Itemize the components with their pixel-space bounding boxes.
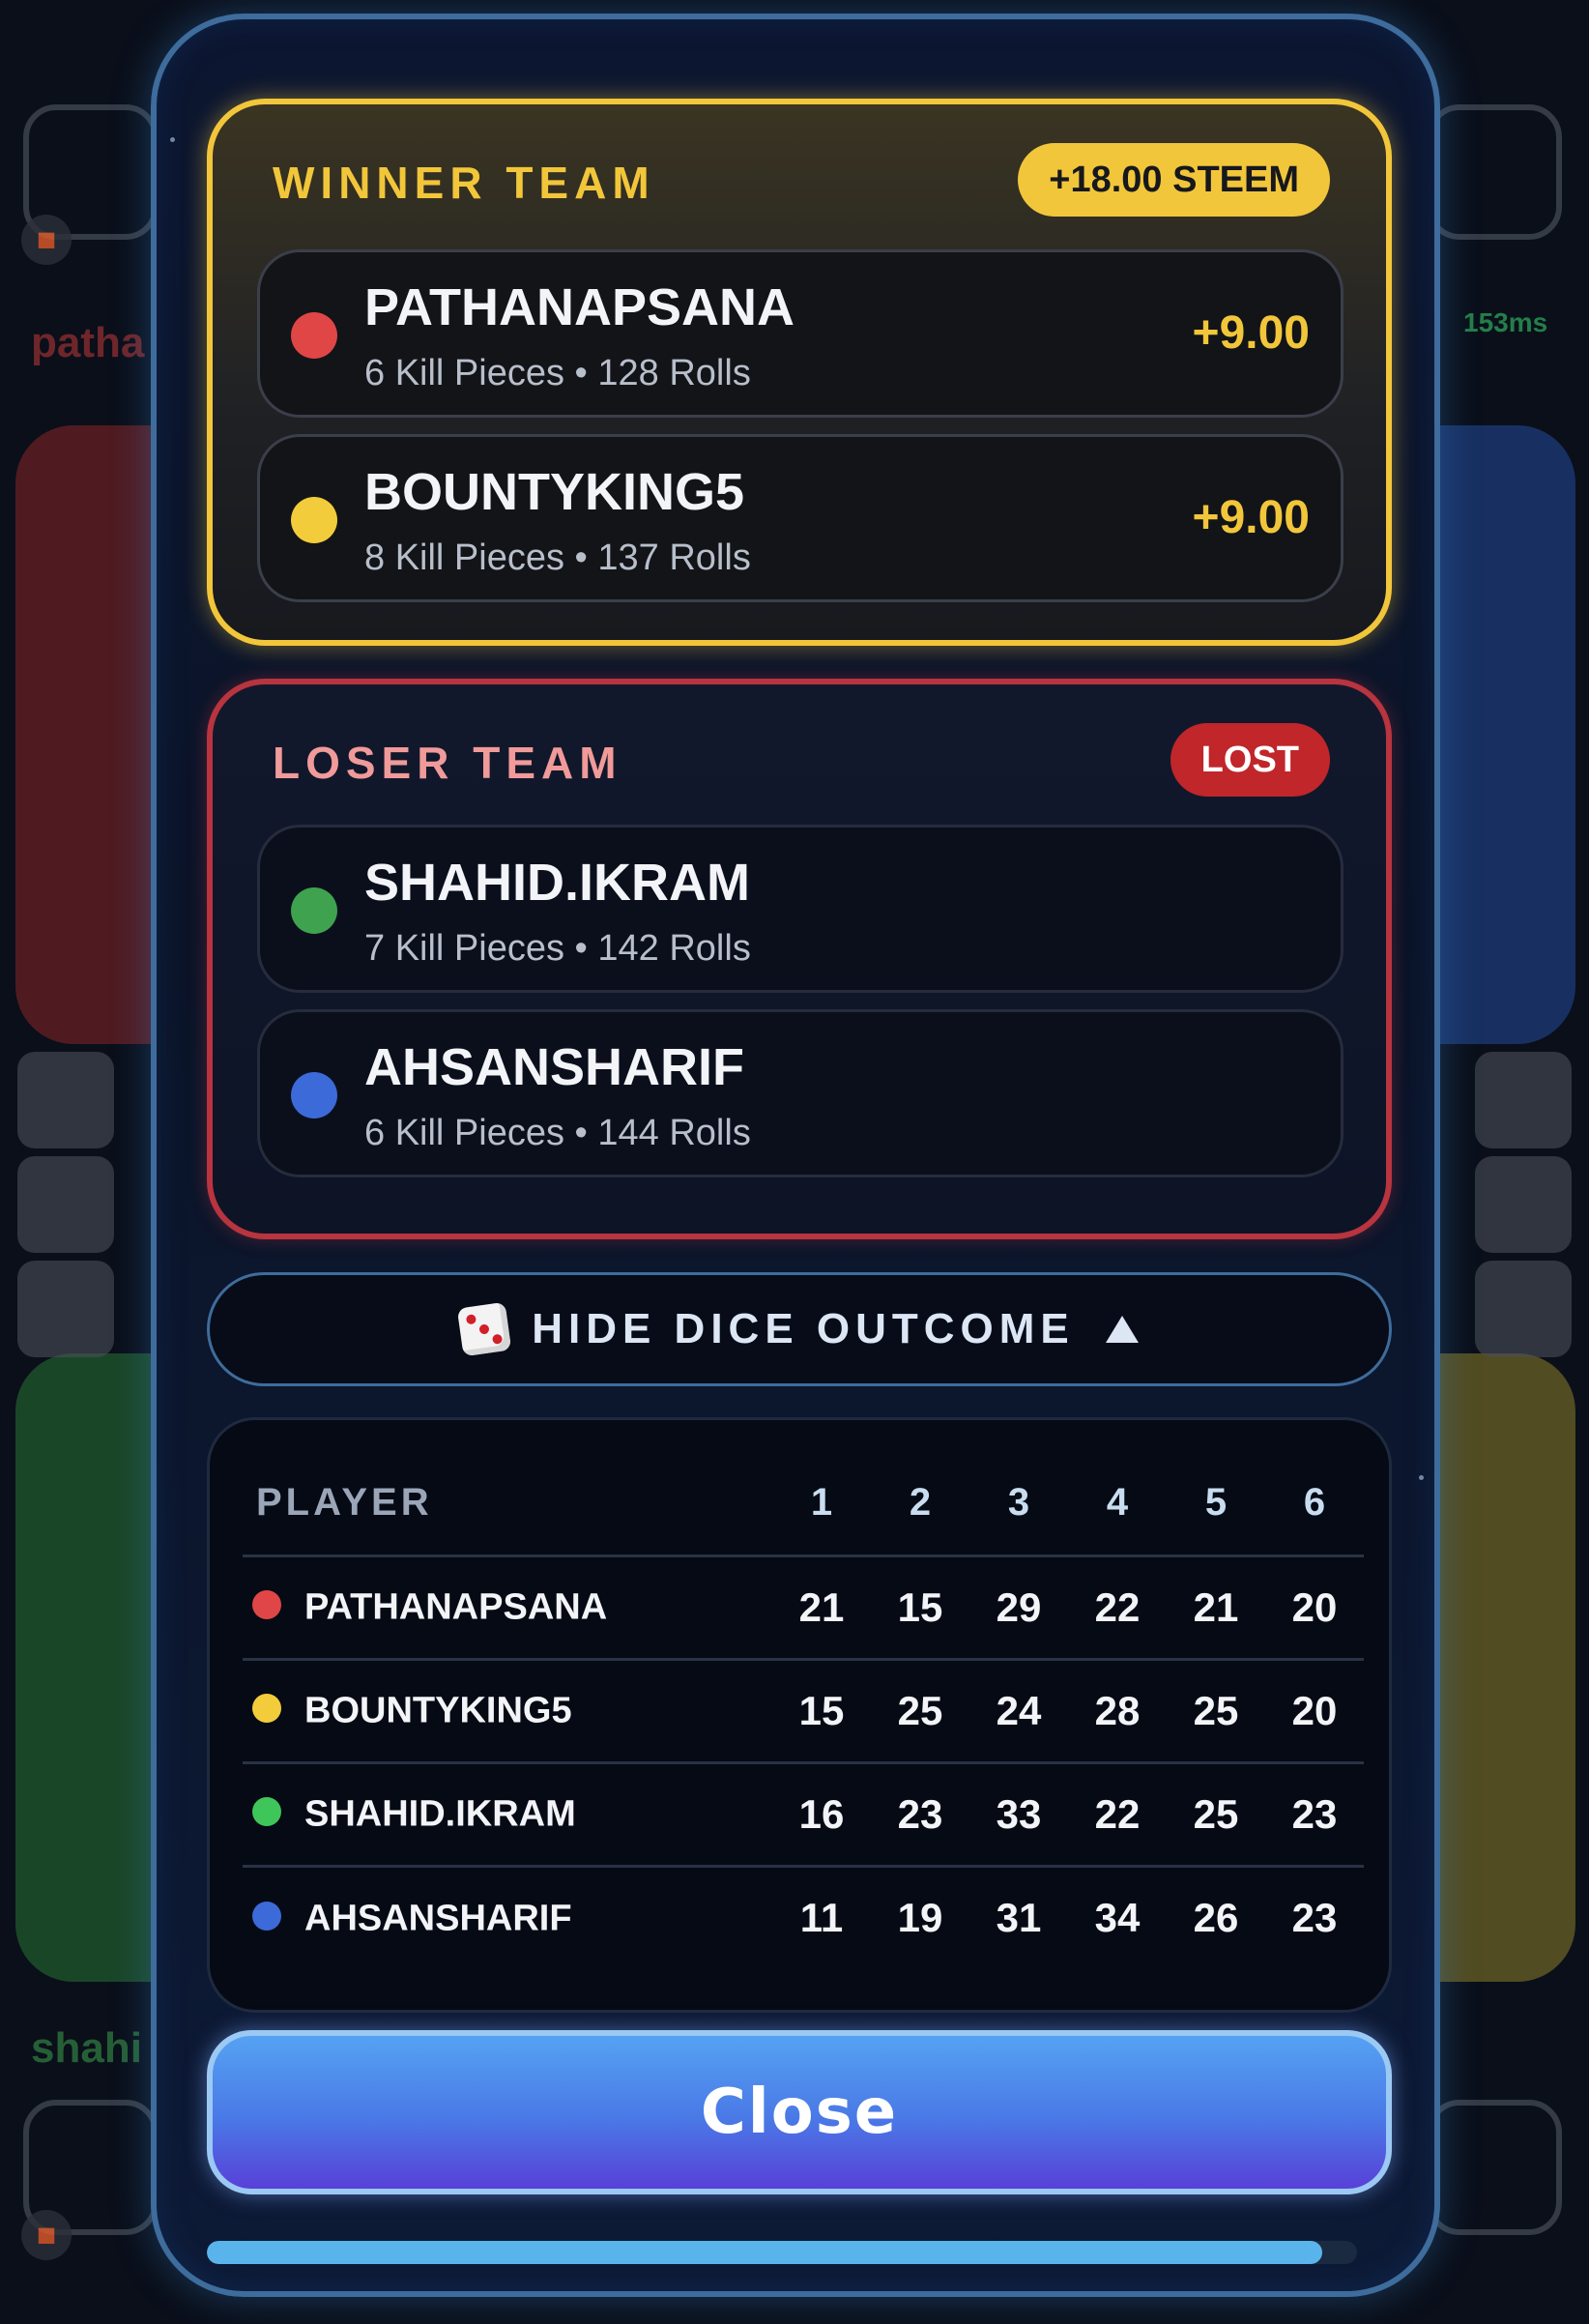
table-cell: 28 [1068, 1659, 1167, 1764]
ping-indicator: 153ms [1463, 307, 1548, 337]
board-cell [17, 1261, 114, 1357]
player-name-bottom-left: shahi [31, 2024, 142, 2072]
column-header-3: 3 [969, 1468, 1068, 1557]
table-cell: 16 [772, 1762, 871, 1868]
red-player-dot-icon [291, 312, 337, 359]
board-cell [17, 1156, 114, 1253]
player-cell: SHAHID.IKRAM [243, 1762, 772, 1868]
progress-fill [207, 2241, 1323, 2264]
yellow-player-dot-icon [291, 497, 337, 543]
gift-icon: ■ [21, 2210, 72, 2260]
winner-team-panel: WINNER TEAM +18.00 STEEM PATHANAPSANA 6 … [207, 99, 1392, 646]
dice-outcome-table: PLAYER 1 2 3 4 5 6 PATHANAPSANA 21 15 29… [207, 1417, 1392, 2013]
table-cell: 23 [1265, 1762, 1364, 1868]
table-header-row: PLAYER 1 2 3 4 5 6 [243, 1468, 1364, 1557]
player-name: SHAHID.IKRAM [364, 854, 750, 912]
table-cell: 21 [772, 1555, 871, 1661]
table-cell: 22 [1068, 1762, 1167, 1868]
table-cell: 29 [969, 1555, 1068, 1661]
board-cell [1475, 1156, 1572, 1253]
player-stats: 6 Kill Pieces • 144 Rolls [364, 1113, 751, 1153]
auto-close-progress-bar [207, 2241, 1357, 2264]
player-name: BOUNTYKING5 [364, 463, 745, 521]
player-stats: 7 Kill Pieces • 142 Rolls [364, 928, 751, 969]
table-cell: 25 [1167, 1762, 1265, 1868]
table-cell: 20 [1265, 1555, 1364, 1661]
player-cell: BOUNTYKING5 [243, 1659, 772, 1764]
player-name: PATHANAPSANA [364, 278, 794, 336]
table-cell: 11 [799, 1895, 844, 1941]
table-cell: 22 [1068, 1555, 1167, 1661]
player-cell: AHSANSHARIF [243, 1866, 772, 1969]
green-player-dot-icon [291, 887, 337, 934]
table-cell: 23 [871, 1762, 969, 1868]
hide-dice-outcome-button[interactable]: HIDE DICE OUTCOME [207, 1272, 1392, 1386]
board-cell [1475, 1052, 1572, 1148]
loser-player-card: SHAHID.IKRAM 7 Kill Pieces • 142 Rolls [257, 825, 1343, 993]
column-header-4: 4 [1068, 1468, 1167, 1557]
table-cell: 25 [1167, 1659, 1265, 1764]
triangle-up-icon [1105, 1316, 1139, 1343]
table-cell: 25 [871, 1659, 969, 1764]
table-row: PATHANAPSANA 21 15 29 22 21 20 [243, 1555, 1364, 1661]
column-header-5: 5 [1167, 1468, 1265, 1557]
table-row: SHAHID.IKRAM 16 23 33 22 25 23 [243, 1762, 1364, 1868]
loser-team-title: LOSER TEAM [273, 738, 622, 788]
table-cell: 34 [1094, 1895, 1141, 1941]
avatar [1427, 2100, 1562, 2235]
table-row: AHSANSHARIF 11 19 31 34 26 23 [243, 1866, 1364, 1969]
player-name: AHSANSHARIF [364, 1038, 745, 1096]
match-result-modal: WINNER TEAM +18.00 STEEM PATHANAPSANA 6 … [151, 14, 1440, 2297]
player-score: +9.00 [1192, 492, 1310, 543]
column-header-2: 2 [871, 1468, 969, 1557]
dice-icon [456, 1301, 512, 1357]
red-dot-icon [252, 1590, 281, 1620]
player-stats: 6 Kill Pieces • 128 Rolls [364, 353, 751, 393]
table-cell: 26 [1193, 1895, 1239, 1941]
loser-player-card: AHSANSHARIF 6 Kill Pieces • 144 Rolls [257, 1009, 1343, 1177]
table-cell: 20 [1265, 1659, 1364, 1764]
table-cell: 31 [996, 1895, 1042, 1941]
board-cell [1475, 1261, 1572, 1357]
winner-player-card: BOUNTYKING5 8 Kill Pieces • 137 Rolls +9… [257, 434, 1343, 602]
column-header-1: 1 [772, 1468, 871, 1557]
close-button[interactable]: Close [207, 2030, 1392, 2194]
blue-player-dot-icon [291, 1072, 337, 1118]
lost-badge: LOST [1170, 723, 1330, 797]
player-cell: PATHANAPSANA [243, 1555, 772, 1661]
board-cell [17, 1052, 114, 1148]
column-header-6: 6 [1265, 1468, 1364, 1557]
loser-team-panel: LOSER TEAM LOST SHAHID.IKRAM 7 Kill Piec… [207, 679, 1392, 1239]
green-dot-icon [252, 1797, 281, 1827]
table-cell: 33 [969, 1762, 1068, 1868]
winner-team-title: WINNER TEAM [273, 158, 655, 208]
player-stats: 8 Kill Pieces • 137 Rolls [364, 537, 751, 578]
winner-player-card: PATHANAPSANA 6 Kill Pieces • 128 Rolls +… [257, 249, 1343, 418]
gift-icon: ■ [21, 215, 72, 265]
table-cell: 15 [871, 1555, 969, 1661]
table-cell: 23 [1291, 1895, 1338, 1941]
blue-dot-icon [252, 1901, 281, 1931]
table-cell: 19 [897, 1895, 943, 1941]
table-row: BOUNTYKING5 15 25 24 28 25 20 [243, 1659, 1364, 1764]
column-header-player: PLAYER [243, 1468, 772, 1557]
player-score: +9.00 [1192, 307, 1310, 359]
table-cell: 15 [772, 1659, 871, 1764]
table-cell: 24 [969, 1659, 1068, 1764]
dice-toggle-label: HIDE DICE OUTCOME [532, 1305, 1075, 1352]
player-name-top-left: patha [31, 319, 145, 366]
steem-reward-badge: +18.00 STEEM [1018, 143, 1330, 217]
yellow-dot-icon [252, 1694, 281, 1724]
table-cell: 21 [1167, 1555, 1265, 1661]
avatar [1427, 104, 1562, 240]
